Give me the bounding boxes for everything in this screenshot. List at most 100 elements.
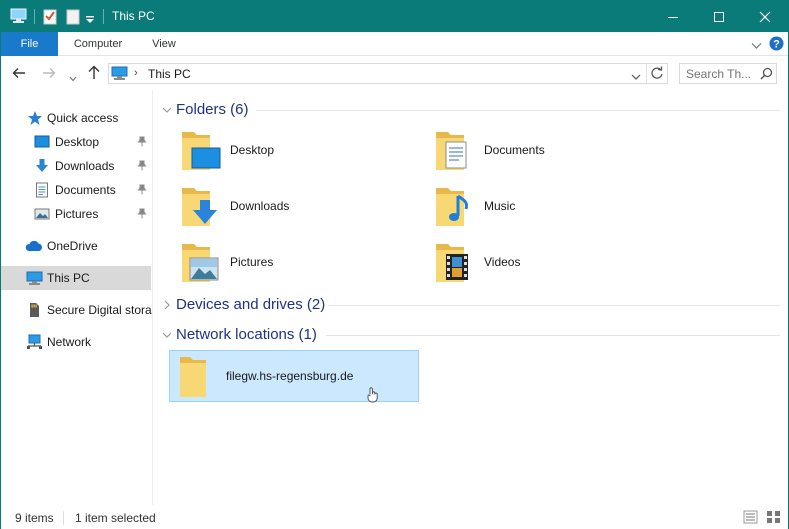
sidebar-item-label: Pictures: [55, 207, 99, 221]
group-header-folders[interactable]: Folders (6): [154, 100, 780, 120]
search-icon[interactable]: [760, 67, 773, 83]
sidebar-item-label: Quick access: [47, 111, 119, 125]
sidebar-item-label: OneDrive: [47, 239, 98, 253]
sidebar-item-quick-access[interactable]: Quick access: [1, 106, 151, 130]
pictures-folder-icon: [180, 238, 228, 286]
network-location-tile[interactable]: filegw.hs-regensburg.de: [169, 350, 419, 403]
tab-view[interactable]: View: [141, 32, 187, 56]
sidebar-item-desktop[interactable]: Desktop: [1, 130, 151, 154]
expand-ribbon-icon[interactable]: [751, 39, 762, 53]
folder-label: Videos: [484, 255, 521, 269]
navigation-pane: Quick access Desktop Downloads Documents…: [1, 90, 153, 505]
pin-icon[interactable]: [137, 160, 147, 174]
folder-label: Music: [484, 199, 516, 213]
folder-label: Pictures: [230, 255, 274, 269]
forward-arrow-icon[interactable]: [42, 67, 56, 81]
minimize-button[interactable]: [650, 1, 696, 32]
group-header-devices[interactable]: Devices and drives (2): [154, 295, 780, 315]
tab-file[interactable]: File: [1, 32, 58, 56]
folder-label: Documents: [484, 143, 545, 157]
document-icon: [34, 182, 50, 198]
maximize-button[interactable]: [696, 1, 742, 32]
back-arrow-icon[interactable]: [12, 67, 26, 81]
group-divider: [256, 110, 780, 111]
refresh-icon[interactable]: [650, 66, 664, 83]
search-input[interactable]: [686, 66, 756, 81]
sidebar-item-label: Secure Digital storag: [47, 303, 153, 317]
group-header-network-locations[interactable]: Network locations (1): [154, 325, 780, 345]
star-icon: [27, 110, 43, 126]
new-folder-icon[interactable]: [65, 8, 81, 28]
pin-icon[interactable]: [137, 136, 147, 150]
computer-icon: [26, 270, 43, 286]
title-separator: [103, 9, 104, 24]
item-count: 9 items: [15, 511, 54, 525]
videos-folder-icon: [434, 238, 482, 286]
close-button[interactable]: [742, 1, 788, 32]
download-arrow-icon: [34, 158, 50, 174]
folder-tile-documents[interactable]: Documents: [434, 126, 674, 178]
computer-icon: [111, 66, 128, 84]
sidebar-item-label: This PC: [47, 271, 90, 285]
address-separator: [646, 64, 647, 83]
breadcrumb-this-pc[interactable]: This PC: [148, 67, 191, 81]
address-bar[interactable]: › This PC: [108, 63, 668, 84]
recent-locations-chevron-icon[interactable]: [69, 70, 77, 84]
details-view-icon[interactable]: [743, 510, 758, 527]
status-bar: 9 items 1 item selected: [1, 505, 788, 529]
title-separator: [34, 9, 35, 24]
sidebar-item-onedrive[interactable]: OneDrive: [1, 234, 151, 258]
svg-text:?: ?: [773, 39, 780, 51]
close-icon: [759, 11, 771, 22]
desktop-icon: [34, 134, 50, 150]
pin-icon[interactable]: [137, 208, 147, 222]
group-title: Network locations (1): [176, 326, 317, 343]
folder-tile-videos[interactable]: Videos: [434, 238, 674, 290]
up-arrow-icon[interactable]: [87, 65, 101, 82]
folder-label: Desktop: [230, 143, 275, 157]
help-icon[interactable]: ?: [769, 36, 784, 54]
status-separator: [63, 511, 64, 525]
customize-toolbar-dropdown-icon[interactable]: [85, 13, 95, 27]
address-dropdown-chevron-icon[interactable]: [631, 70, 641, 84]
sidebar-item-label: Documents: [55, 183, 116, 197]
folder-tile-downloads[interactable]: Downloads: [180, 182, 420, 234]
chevron-down-icon: [162, 104, 172, 118]
window-title: This PC: [112, 9, 155, 23]
tab-computer[interactable]: Computer: [63, 32, 133, 56]
chevron-right-icon: [162, 299, 172, 313]
file-list: Folders (6) Desktop Documents Downloads: [154, 90, 788, 505]
downloads-folder-icon: [180, 182, 228, 230]
folder-tile-music[interactable]: Music: [434, 182, 674, 234]
sidebar-item-downloads[interactable]: Downloads: [1, 154, 151, 178]
cloud-icon: [25, 238, 42, 254]
large-icons-view-icon[interactable]: [766, 510, 781, 527]
properties-icon[interactable]: [42, 8, 58, 28]
network-icon: [26, 334, 42, 350]
sidebar-item-label: Desktop: [55, 135, 100, 149]
folder-tile-desktop[interactable]: Desktop: [180, 126, 420, 178]
explorer-window: This PC File Computer View ? › This PC S…: [0, 0, 789, 529]
folder-tile-pictures[interactable]: Pictures: [180, 238, 420, 290]
network-folder-icon: [178, 353, 218, 402]
maximize-icon: [714, 11, 724, 22]
picture-icon: [34, 206, 50, 222]
search-box[interactable]: [679, 63, 777, 84]
computer-icon[interactable]: [10, 8, 27, 27]
group-divider: [326, 335, 780, 336]
breadcrumb-chevron-icon[interactable]: ›: [134, 67, 138, 79]
ribbon-tabs: File Computer View ?: [1, 32, 788, 56]
selection-count: 1 item selected: [75, 511, 156, 525]
pin-icon[interactable]: [137, 184, 147, 198]
chevron-down-icon: [162, 329, 172, 343]
sidebar-item-pictures[interactable]: Pictures: [1, 202, 151, 226]
title-bar: This PC: [1, 1, 788, 32]
group-title: Devices and drives (2): [176, 296, 326, 313]
sidebar-item-label: Downloads: [55, 159, 115, 173]
hand-cursor-icon: [366, 387, 380, 406]
sidebar-item-documents[interactable]: Documents: [1, 178, 151, 202]
sidebar-item-this-pc[interactable]: This PC: [1, 266, 151, 290]
sidebar-item-network[interactable]: Network: [1, 330, 151, 354]
sidebar-item-secure-digital-storage[interactable]: Secure Digital storag: [1, 298, 153, 322]
minimize-icon: [668, 16, 678, 18]
